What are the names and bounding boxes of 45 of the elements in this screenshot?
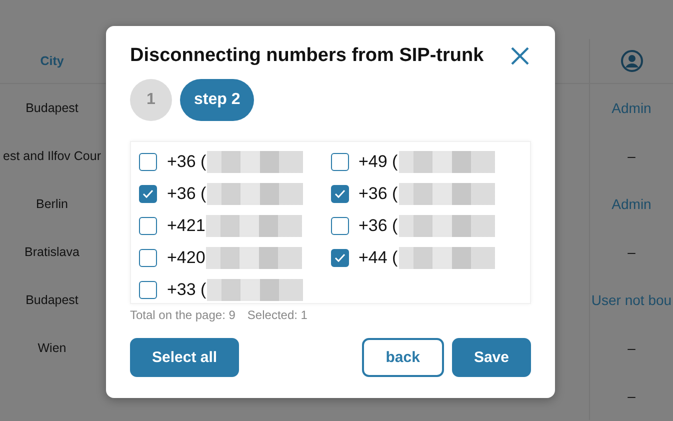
dialog-button[interactable]: back: [362, 338, 444, 377]
checkbox[interactable]: [330, 153, 348, 171]
checkbox[interactable]: [139, 281, 157, 299]
checkmark-icon: [142, 189, 154, 199]
table-cell: Bratislava: [24, 245, 80, 259]
checkbox[interactable]: [139, 249, 157, 267]
table-cell[interactable]: Admin: [612, 196, 652, 212]
dialog-title: Disconnecting numbers from SIP-trunk: [130, 45, 484, 67]
checkbox[interactable]: [330, 249, 348, 267]
close-icon[interactable]: [511, 47, 529, 65]
checkbox[interactable]: [330, 185, 348, 203]
checkmark-icon: [334, 253, 346, 263]
table-cell: –: [628, 388, 636, 404]
checkbox[interactable]: [139, 185, 157, 203]
phone-number: +44 (: [358, 248, 398, 268]
phone-number: +36 (: [167, 152, 206, 172]
table-cell: –: [628, 244, 636, 260]
table-cell[interactable]: User not bou: [591, 292, 672, 308]
checkbox[interactable]: [330, 217, 348, 235]
table-cell: Berlin: [36, 197, 68, 211]
dialog-button[interactable]: Save: [452, 338, 531, 377]
selected-count: Selected: 1: [247, 308, 308, 322]
phone-number: +420: [167, 248, 206, 268]
table-cell: Budapest: [26, 293, 78, 307]
phone-number: +36 (: [358, 184, 398, 204]
column-header[interactable]: City: [0, 54, 104, 68]
table-cell: Budapest: [26, 101, 78, 115]
table-cell: –: [628, 340, 636, 356]
checkbox[interactable]: [139, 217, 157, 235]
step-tab[interactable]: 1: [130, 79, 172, 121]
table-cell: est and Ilfov Cour: [3, 149, 101, 163]
checkmark-icon: [334, 189, 346, 199]
phone-number: +49 (: [358, 152, 398, 172]
checkbox[interactable]: [139, 153, 157, 171]
total-count: Total on the page: 9: [130, 308, 236, 322]
table-cell: –: [628, 148, 636, 164]
user-icon: [620, 49, 644, 73]
phone-number: +33 (: [167, 280, 206, 300]
step-tab[interactable]: step 2: [180, 79, 254, 121]
dialog-button[interactable]: Select all: [130, 338, 240, 377]
phone-number: +421: [167, 216, 206, 236]
phone-number: +36 (: [167, 184, 206, 204]
table-cell[interactable]: Admin: [612, 100, 652, 116]
table-cell: Wien: [38, 341, 66, 355]
phone-number: +36 (: [358, 216, 398, 236]
